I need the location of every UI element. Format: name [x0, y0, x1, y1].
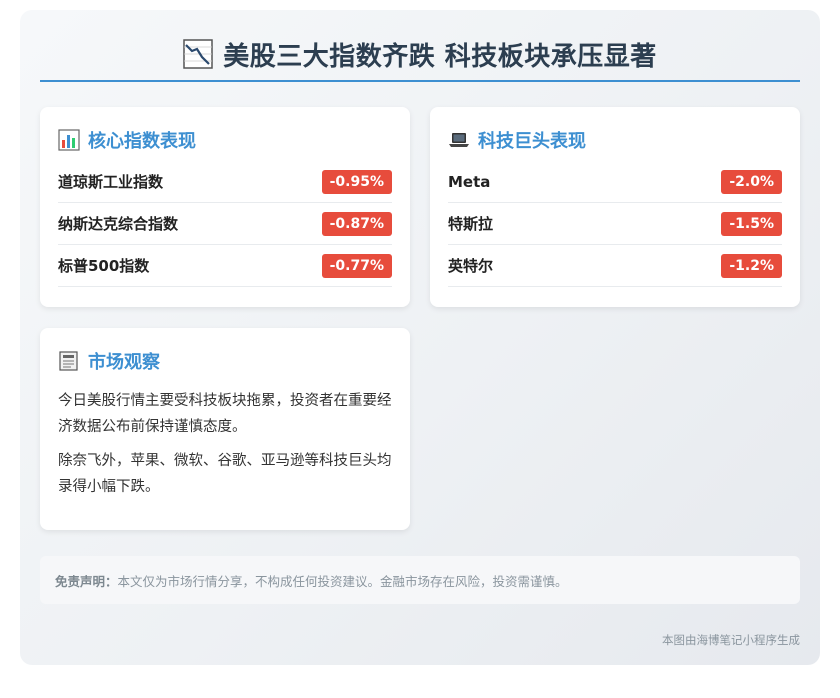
- change-badge: -1.5%: [721, 211, 782, 236]
- stock-row-meta: Meta -2.0%: [448, 161, 782, 203]
- market-card-title: 市场观察: [88, 352, 160, 373]
- index-name: 道琼斯工业指数: [58, 173, 164, 191]
- market-paragraph: 除奈飞外，苹果、微软、谷歌、亚马逊等科技巨头均录得小幅下跌。: [58, 453, 392, 495]
- footer-credit: 本图由海博笔记小程序生成: [662, 633, 800, 647]
- market-card-header: 市场观察: [58, 348, 392, 374]
- index-name: 标普500指数: [58, 257, 150, 275]
- stock-name: 英特尔: [448, 257, 494, 275]
- change-badge: -0.87%: [321, 211, 392, 236]
- disclaimer-text: 本文仅为市场行情分享，不构成任何投资建议。金融市场存在风险，投资需谨慎。: [117, 573, 568, 589]
- stock-name: 特斯拉: [448, 215, 494, 233]
- change-badge: -1.2%: [721, 253, 782, 278]
- laptop-icon: [449, 133, 469, 147]
- stock-name: Meta: [448, 172, 491, 191]
- change-badge: -0.95%: [321, 169, 392, 194]
- chart-decreasing-icon: [183, 39, 213, 69]
- indices-card: 核心指数表现 道琼斯工业指数 -0.95% 纳斯达克综合指数 -0.87% 标普…: [40, 107, 410, 307]
- newspaper-icon: [59, 351, 78, 371]
- index-row-dow: 道琼斯工业指数 -0.95%: [58, 161, 392, 203]
- report-frame: 美股三大指数齐跌 科技板块承压显著 核心指数表现 道琼斯工业指数 -0.95% …: [20, 10, 820, 665]
- tech-card: 科技巨头表现 Meta -2.0% 特斯拉 -1.5% 英特尔 -1.2%: [430, 107, 800, 307]
- indices-card-header: 核心指数表现: [58, 127, 392, 153]
- title-bar: 美股三大指数齐跌 科技板块承压显著: [40, 28, 800, 82]
- change-badge: -0.77%: [321, 253, 392, 278]
- disclaimer-box: 免责声明： 本文仅为市场行情分享，不构成任何投资建议。金融市场存在风险，投资需谨慎…: [40, 556, 800, 604]
- index-row-nasdaq: 纳斯达克综合指数 -0.87%: [58, 203, 392, 245]
- indices-card-title: 核心指数表现: [88, 131, 196, 152]
- index-row-sp500: 标普500指数 -0.77%: [58, 245, 392, 287]
- stock-row-intel: 英特尔 -1.2%: [448, 245, 782, 287]
- index-name: 纳斯达克综合指数: [58, 215, 179, 233]
- change-badge: -2.0%: [721, 169, 782, 194]
- disclaimer-label: 免责声明：: [55, 573, 118, 589]
- market-paragraph: 今日美股行情主要受科技板块拖累，投资者在重要经济数据公布前保持谨慎态度。: [58, 393, 392, 435]
- bar-chart-icon: [58, 129, 80, 151]
- market-card: 市场观察 今日美股行情主要受科技板块拖累，投资者在重要经济数据公布前保持谨慎态度…: [40, 328, 410, 530]
- tech-card-header: 科技巨头表现: [448, 127, 782, 153]
- tech-card-title: 科技巨头表现: [478, 131, 586, 152]
- stock-row-tesla: 特斯拉 -1.5%: [448, 203, 782, 245]
- page-title: 美股三大指数齐跌 科技板块承压显著: [223, 41, 657, 72]
